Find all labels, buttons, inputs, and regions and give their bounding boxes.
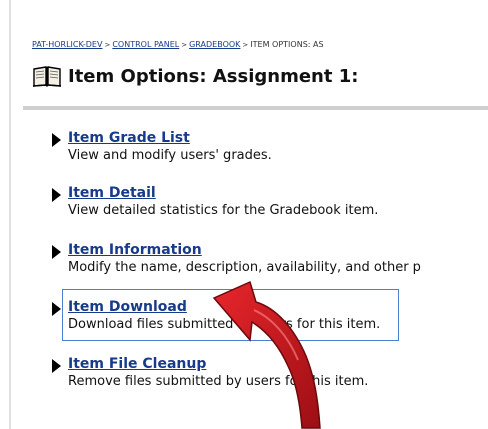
bullet-arrow-icon: [52, 245, 61, 259]
bullet-arrow-icon: [52, 188, 61, 202]
bullet-arrow-icon: [52, 133, 61, 147]
item-detail-description: View detailed statistics for the Gradebo…: [68, 203, 379, 218]
item-information-link[interactable]: Item Information: [68, 242, 202, 258]
item-detail-link[interactable]: Item Detail: [68, 185, 156, 201]
item-grade-list-link[interactable]: Item Grade List: [68, 130, 190, 146]
item-file-cleanup-link[interactable]: Item File Cleanup: [68, 356, 206, 372]
red-pointer-arrow-icon: [212, 280, 321, 429]
item-information-description: Modify the name, description, availabili…: [68, 260, 421, 275]
bullet-arrow-icon: [52, 302, 61, 316]
item-grade-list-description: View and modify users' grades.: [68, 148, 272, 163]
bullet-arrow-icon: [52, 359, 61, 373]
